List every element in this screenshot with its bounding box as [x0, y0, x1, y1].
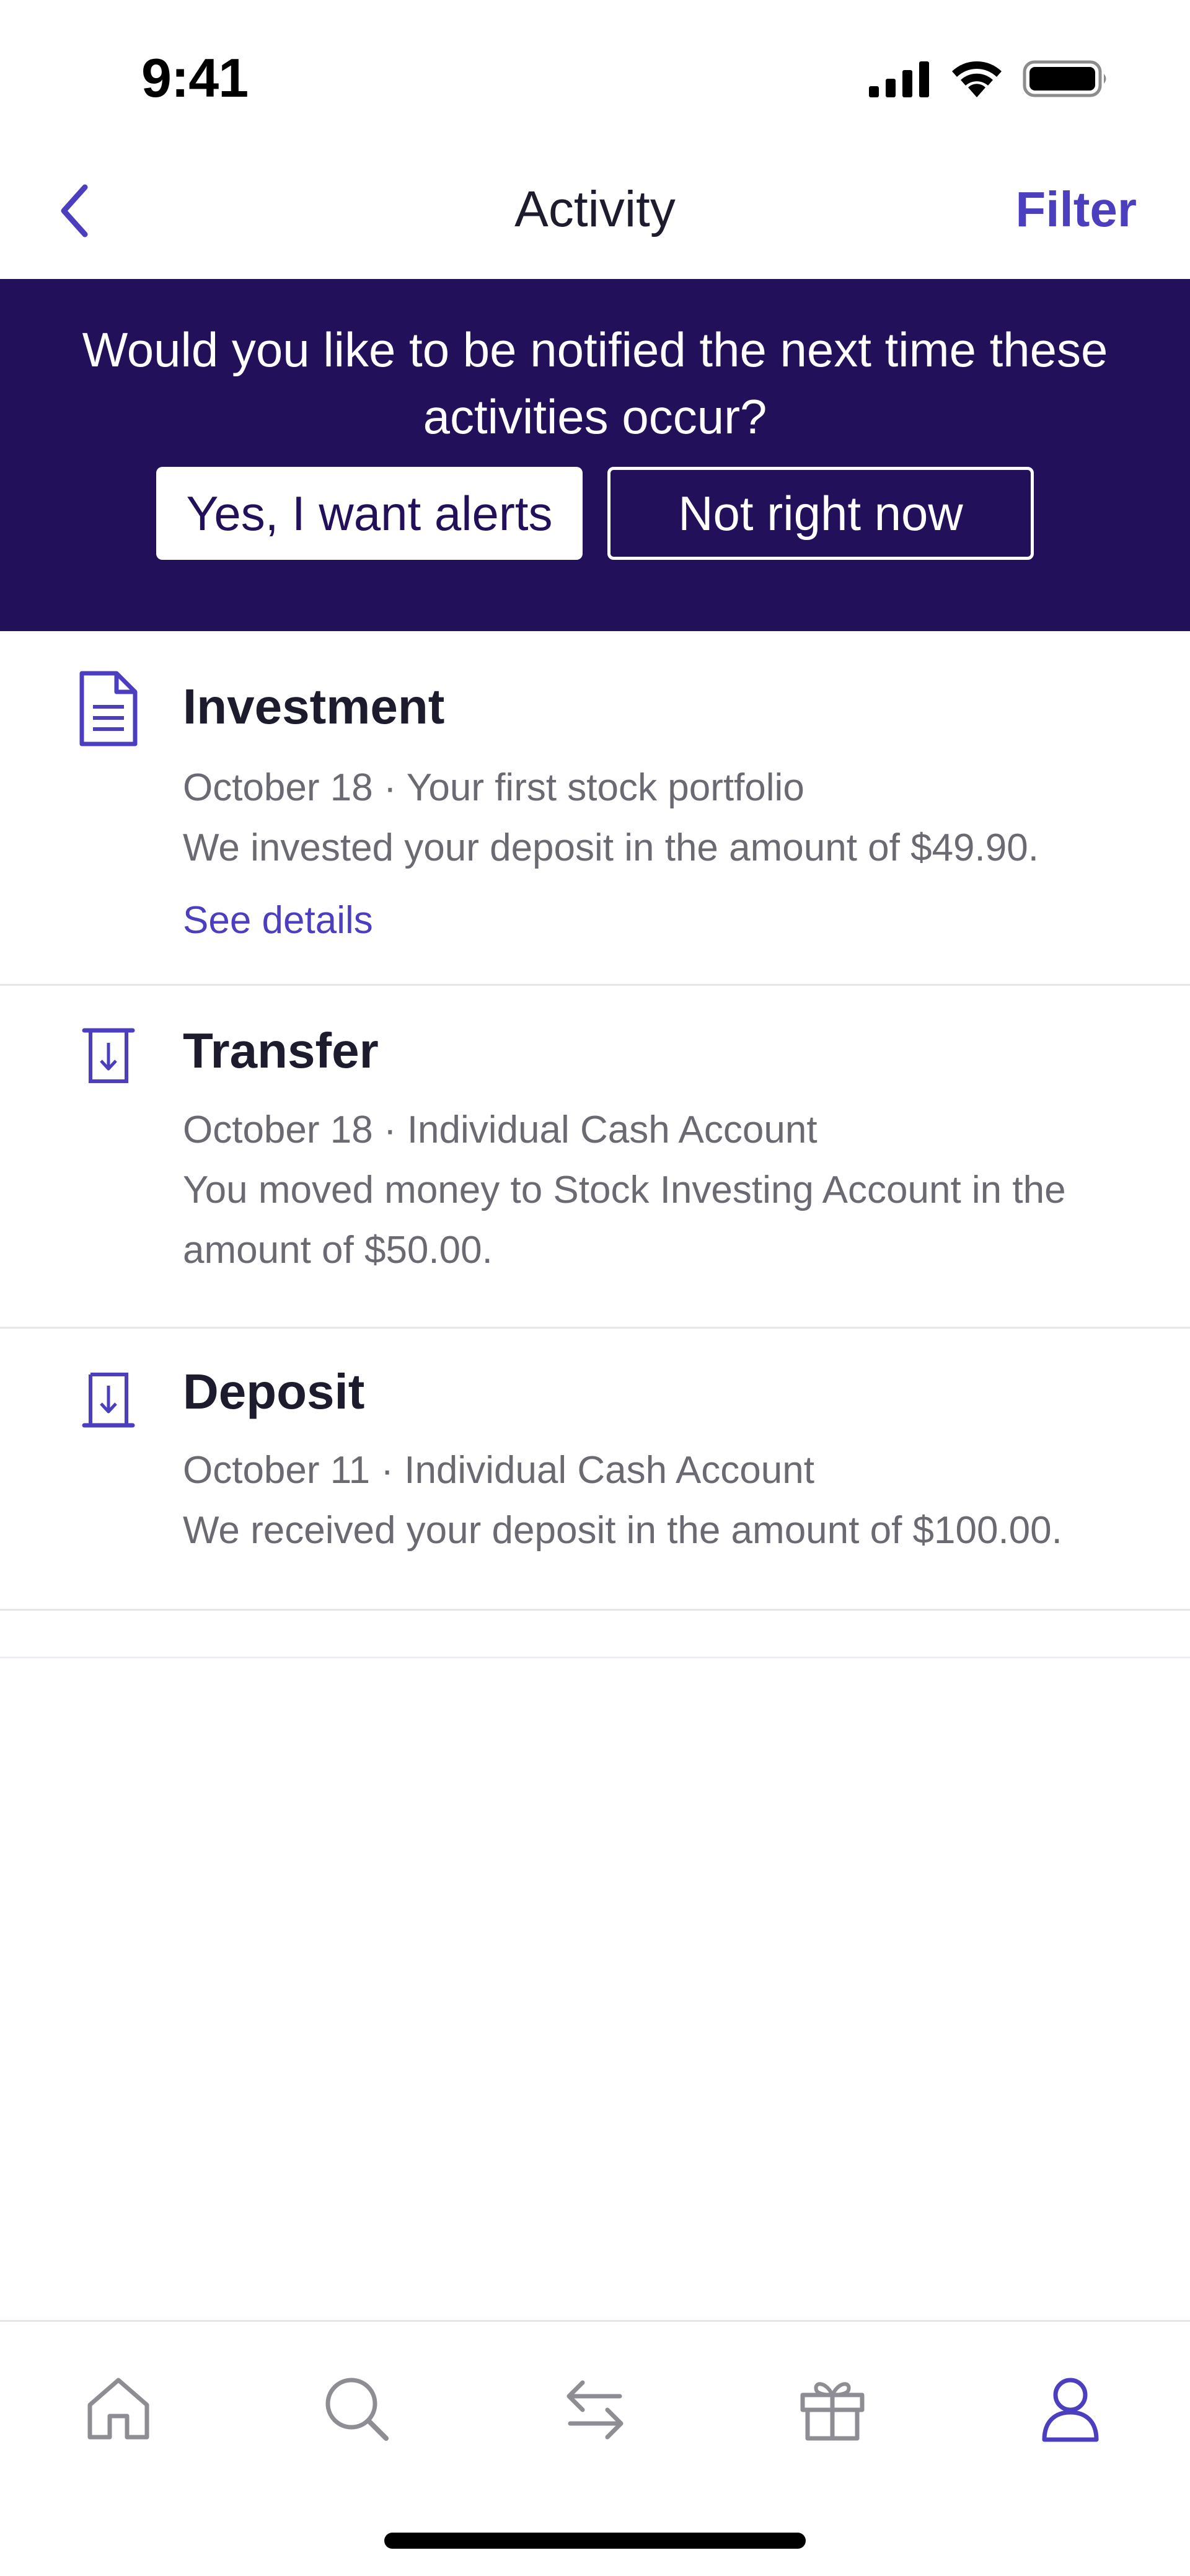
enable-alerts-button[interactable]: Yes, I want alerts — [156, 467, 583, 560]
tab-bar — [0, 2320, 1190, 2576]
status-bar: 9:41 — [0, 0, 1190, 143]
activity-description: You moved money to Stock Investing Accou… — [183, 1169, 1066, 1272]
see-details-link[interactable]: See details — [183, 890, 373, 950]
gift-icon — [800, 2382, 865, 2441]
home-indicator[interactable] — [384, 2533, 806, 2549]
dismiss-alerts-button[interactable]: Not right now — [607, 467, 1034, 560]
transfer-arrows-icon — [566, 2380, 624, 2440]
battery-icon — [1023, 60, 1106, 97]
banner-message: Would you like to be notified the next t… — [82, 322, 1108, 444]
page-title: Activity — [514, 181, 676, 237]
deposit-icon — [74, 1371, 143, 1451]
tab-transfer[interactable] — [549, 2362, 641, 2455]
activity-meta: October 18 · Individual Cash Account — [183, 1109, 818, 1151]
activity-title: Deposit — [183, 1364, 365, 1419]
tab-gifts[interactable] — [786, 2362, 879, 2455]
profile-icon — [1042, 2378, 1099, 2442]
home-icon — [87, 2378, 149, 2440]
status-time: 9:41 — [141, 47, 249, 108]
cellular-signal-icon — [869, 61, 929, 97]
nav-bar: Activity Filter — [0, 149, 1190, 279]
wifi-icon — [952, 61, 1002, 97]
search-icon — [325, 2378, 389, 2441]
status-icons — [869, 57, 1109, 100]
tab-profile[interactable] — [1024, 2362, 1117, 2455]
tab-home[interactable] — [72, 2362, 165, 2455]
activity-description: We received your deposit in the amount o… — [183, 1509, 1062, 1552]
list-item: Deposit October 11 · Individual Cash Acc… — [0, 1329, 1190, 1611]
activity-description: We invested your deposit in the amount o… — [183, 826, 1039, 869]
activity-screen: 9:41 Activity Filter Would you like to b… — [0, 0, 1190, 2576]
document-icon — [74, 668, 143, 749]
list-end-divider — [0, 1657, 1190, 1658]
notification-banner: Would you like to be notified the next t… — [0, 279, 1190, 631]
tab-search[interactable] — [310, 2362, 403, 2455]
filter-button[interactable]: Filter — [1015, 179, 1137, 241]
activity-meta: October 11 · Individual Cash Account — [183, 1449, 814, 1492]
list-item: Investment October 18 · Your first stock… — [0, 631, 1190, 986]
list-item: Transfer October 18 · Individual Cash Ac… — [0, 986, 1190, 1329]
activity-title: Investment — [183, 679, 445, 734]
activity-list: Investment October 18 · Your first stock… — [0, 631, 1190, 1611]
transfer-icon — [74, 1027, 143, 1107]
activity-meta: October 18 · Your first stock portfolio — [183, 766, 804, 809]
activity-title: Transfer — [183, 1023, 379, 1078]
